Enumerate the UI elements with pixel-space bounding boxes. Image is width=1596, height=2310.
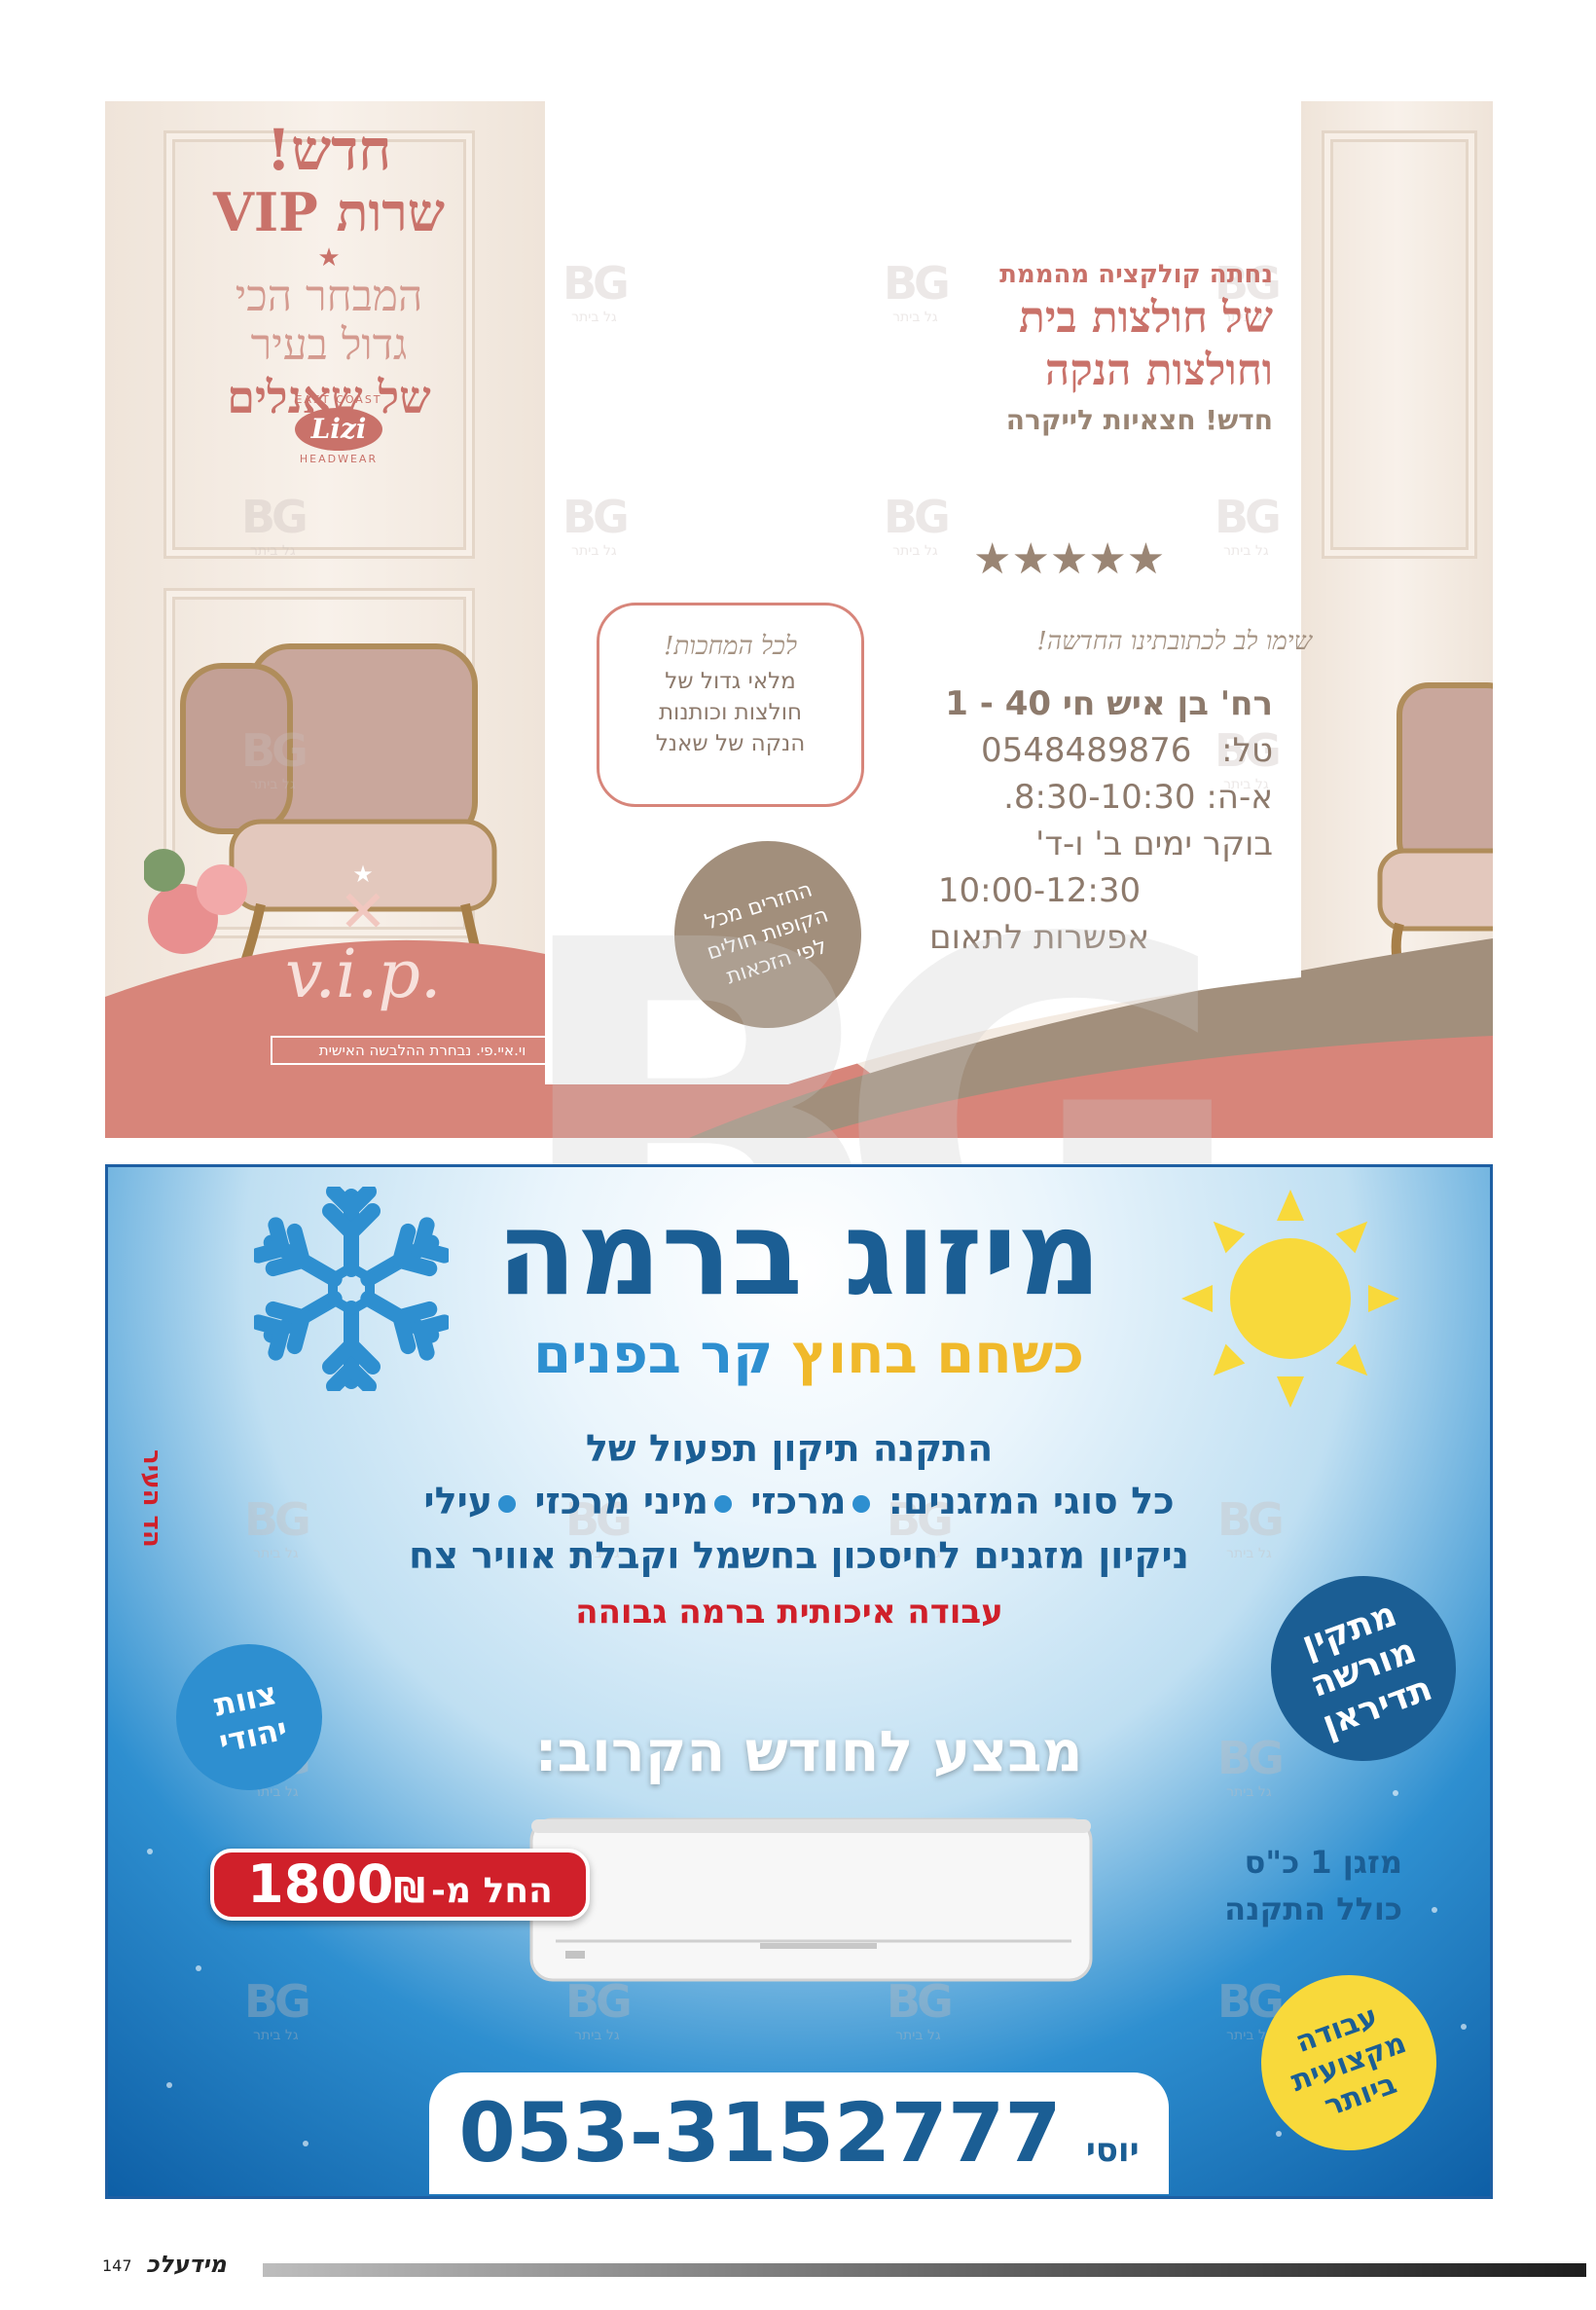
lizi-wordmark: Lizi bbox=[295, 408, 382, 451]
contact-phone[interactable]: 053-3152777 bbox=[458, 2085, 1061, 2181]
stock-line-2: חולצות וכותנות bbox=[658, 700, 803, 725]
left-headline: חדש! שרות VIP ★ המבחר הכי גדול בעיר של ש… bbox=[163, 119, 494, 424]
watermark: BGגל ביתר bbox=[562, 491, 630, 559]
collection-line-4: חדש! חצאיות לייקרה bbox=[1005, 404, 1273, 436]
air-conditioner-image bbox=[529, 1817, 1093, 1982]
watermark: BGגל ביתר bbox=[244, 1975, 311, 2043]
price-value: 1800 bbox=[247, 1853, 394, 1915]
price-prefix: החל מ- bbox=[431, 1871, 553, 1911]
stock-heading: לכל המחכות! bbox=[664, 632, 797, 661]
brand-name: מיזוג ברמה bbox=[496, 1187, 1102, 1322]
page-number: 147 bbox=[102, 2256, 132, 2275]
phone-line: טל: 0548489876 bbox=[864, 727, 1273, 774]
sun-icon bbox=[1181, 1190, 1399, 1408]
services-line-2: כל סוגי המזגנים: מרכזי מיני מרכזי עילי bbox=[423, 1480, 1175, 1522]
price-tag: החל מ- 1800₪ bbox=[210, 1849, 590, 1921]
phone-label: טל: bbox=[1221, 731, 1273, 770]
selection-line-2: גדול בעיר bbox=[250, 320, 408, 370]
x-mark-icon: ✕ bbox=[338, 878, 388, 946]
offer-item: מזגן 1 כ"ס כולל התקנה bbox=[1224, 1844, 1402, 1927]
collection-headline: נחתה קולקציה מהממת של חולצות בית וחולצות… bbox=[864, 257, 1273, 444]
hours-line-1: א-ה: 8:30-10:30. bbox=[1003, 778, 1273, 817]
contact-name: יוסי bbox=[1085, 2131, 1140, 2170]
watermark: BGגל ביתר bbox=[562, 257, 630, 325]
side-label: הד העיר bbox=[137, 1449, 166, 1548]
slogan: כשחם בחוץ קר בפנים bbox=[468, 1321, 1149, 1389]
vip-logo: ★ ✕ v.i.p. bbox=[285, 861, 441, 1014]
magazine-logo: מידעלכ bbox=[146, 2251, 227, 2278]
phone-number: 0548489876 bbox=[981, 731, 1192, 770]
contact-bar: יוסי 053-3152777 bbox=[429, 2072, 1169, 2194]
collection-line-2: של חולצות בית bbox=[1019, 293, 1273, 343]
vip-service: שרות VIP bbox=[212, 181, 446, 243]
selection-line-1: המבחר הכי bbox=[235, 272, 423, 321]
services-line-1: התקנה תיקון תפעול של bbox=[585, 1427, 994, 1470]
snowflake-icon bbox=[254, 1187, 449, 1391]
services-line-3: ניקיון מזגנים לחיסכון בחשמל וקבלת אוויר … bbox=[409, 1534, 1189, 1577]
wall-molding bbox=[1322, 130, 1477, 559]
watermark: BGגל ביתר bbox=[241, 724, 308, 792]
collection-line-3: וחולצות הנקה bbox=[1044, 346, 1273, 395]
ac-service-ad: BG גל ביתר BG גל ביתר BG גל ביתר BG גל ביתר … bbox=[105, 1164, 1493, 2199]
new-address-note: שימו לב לכתובתינו החדשה! bbox=[1036, 627, 1312, 656]
star-icon: ★ bbox=[317, 243, 341, 273]
watermark: BGגל ביתר bbox=[241, 491, 308, 559]
services-line-4: עבודה איכותית ברמה גבוהה bbox=[575, 1593, 1003, 1632]
vip-script-text: v.i.p. bbox=[285, 936, 442, 1013]
lizi-logo: EAST COAST Lizi HEADWEAR bbox=[295, 393, 382, 465]
stock-box: לכל המחכות! מלאי גדול של חולצות וכותנות … bbox=[597, 603, 864, 807]
bullet-icon bbox=[713, 1494, 732, 1513]
stock-line-3: הנקה של שאנל bbox=[655, 731, 806, 756]
slogan-cold: קר בפנים bbox=[533, 1323, 774, 1386]
currency-icon: ₪ bbox=[393, 1871, 426, 1911]
jewish-team-badge: צוות יהודי bbox=[163, 1631, 336, 1804]
address: רח' בן איש חי 40 - 1 bbox=[945, 684, 1273, 723]
slogan-hot: כשחם בחוץ bbox=[791, 1323, 1084, 1386]
stock-line-1: מלאי גדול של bbox=[665, 669, 796, 694]
bullet-icon bbox=[498, 1494, 517, 1513]
new-label: חדש! bbox=[266, 117, 392, 183]
watermark: BGגל ביתר bbox=[884, 491, 951, 559]
offer-title: מבצע לחודש הקרוב: bbox=[534, 1718, 1083, 1784]
rating-stars-icon: ★★★★★ bbox=[973, 534, 1166, 584]
footer-bar bbox=[263, 2263, 1586, 2277]
collection-line-1: נחתה קולקציה מהממת bbox=[999, 260, 1273, 289]
bullet-icon bbox=[852, 1494, 870, 1513]
